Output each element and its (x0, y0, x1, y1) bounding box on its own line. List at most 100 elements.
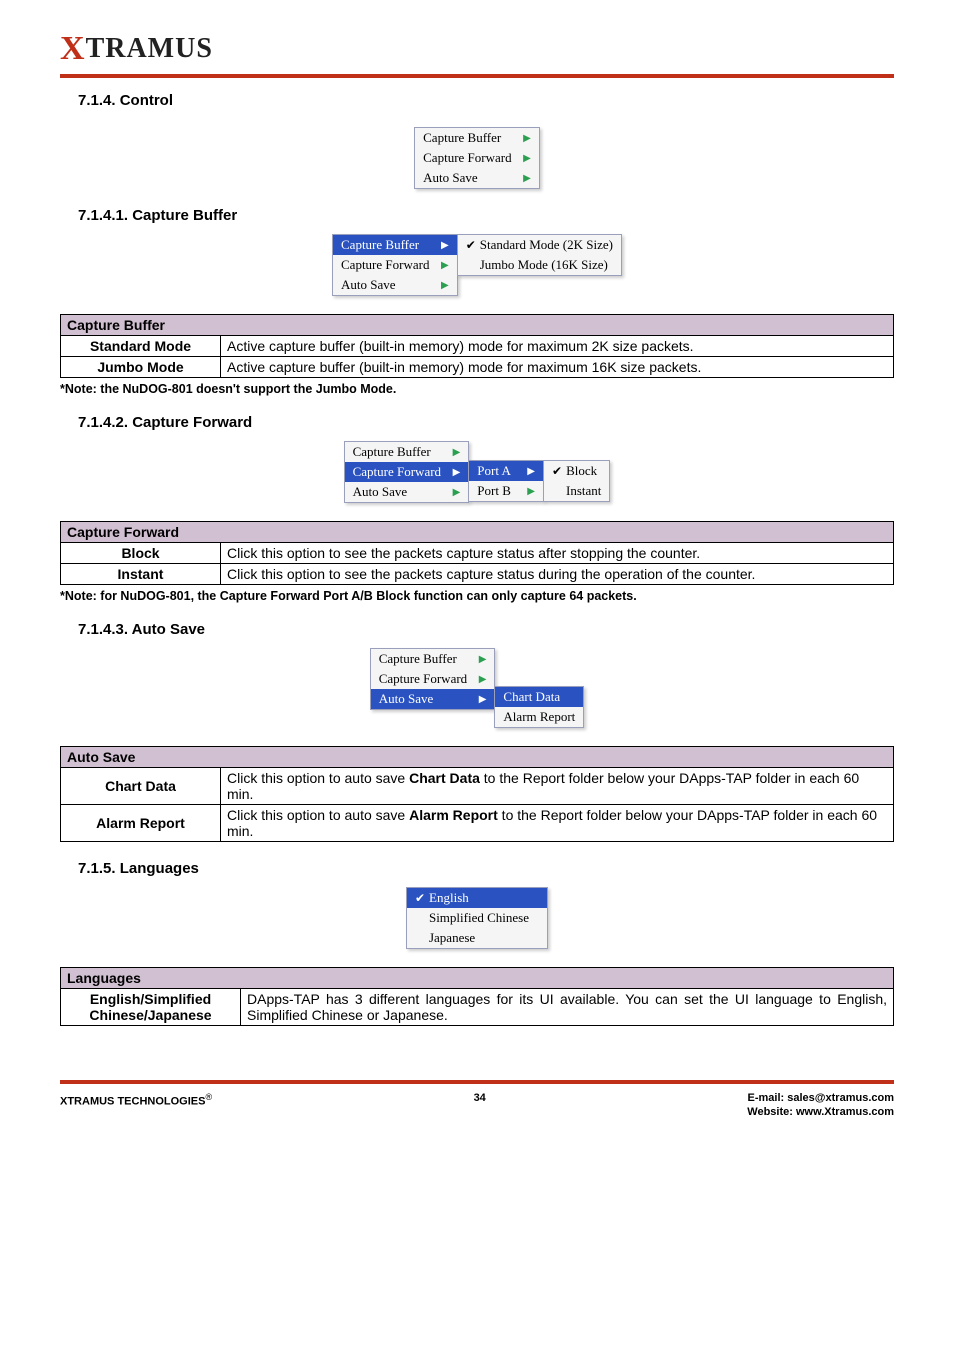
figure-languages-menu: ✔ English Simplified Chinese Japanese (60, 887, 894, 949)
menu-capture-forward-main: Capture Buffer▶ Capture Forward▶ Auto Sa… (344, 441, 470, 503)
figure-control-menu: Capture Buffer▶ Capture Forward▶ Auto Sa… (60, 127, 894, 189)
menu-item-simplified-chinese[interactable]: Simplified Chinese (407, 908, 547, 928)
row-desc: DApps-TAP has 3 different languages for … (241, 989, 894, 1026)
menu-control: Capture Buffer▶ Capture Forward▶ Auto Sa… (414, 127, 540, 189)
menu-item-label: Capture Forward (423, 150, 519, 166)
menu-item-label: Capture Buffer (353, 444, 449, 460)
menu-item-capture-forward-active[interactable]: Capture Forward ▶ (345, 462, 469, 482)
menu-item-capture-buffer[interactable]: Capture Buffer▶ (345, 442, 469, 462)
check-icon: ✔ (415, 891, 425, 906)
menu-item-label: Port B (477, 483, 523, 499)
menu-item-label: Port A (477, 463, 523, 479)
row-desc: Click this option to auto save Alarm Rep… (221, 805, 894, 842)
chevron-right-icon: ▶ (441, 260, 449, 271)
menu-item-label: Simplified Chinese (429, 910, 529, 926)
menu-item-standard-mode[interactable]: ✔ Standard Mode (2K Size) (458, 235, 621, 255)
menu-item-instant[interactable]: Instant (544, 481, 609, 501)
menu-capture-forward-mode: ✔Block Instant (543, 460, 610, 502)
menu-item-label: Capture Forward (353, 464, 449, 480)
chevron-right-icon: ▶ (441, 280, 449, 291)
brand-logo-rest: TRAMUS (86, 33, 213, 64)
chevron-right-icon: ▶ (523, 173, 531, 184)
row-desc: Click this option to auto save Chart Dat… (221, 768, 894, 805)
chevron-right-icon: ▶ (527, 466, 535, 477)
row-label: Chart Data (61, 768, 221, 805)
menu-item-alarm-report[interactable]: Alarm Report (495, 707, 583, 727)
menu-item-capture-forward[interactable]: Capture Forward▶ (333, 255, 457, 275)
menu-item-auto-save[interactable]: Auto Save▶ (333, 275, 457, 295)
row-label: Jumbo Mode (61, 357, 221, 378)
table-row: Alarm Report Click this option to auto s… (61, 805, 894, 842)
menu-item-jumbo-mode[interactable]: Jumbo Mode (16K Size) (458, 255, 621, 275)
menu-capture-buffer-sub: ✔ Standard Mode (2K Size) Jumbo Mode (16K… (457, 234, 622, 276)
figure-auto-save-menu: Capture Buffer ▶ Capture Forward ▶ Auto Sa… (60, 648, 894, 728)
chevron-right-icon: ▶ (523, 133, 531, 144)
menu-item-auto-save[interactable]: Auto Save▶ (345, 482, 469, 502)
menu-item-label: Capture Buffer (379, 651, 475, 667)
footer-divider (60, 1080, 894, 1084)
menu-item-label: Block (566, 463, 597, 479)
menu-item-capture-buffer[interactable]: Capture Buffer ▶ (371, 649, 495, 669)
menu-item-capture-forward[interactable]: Capture Forward▶ (415, 148, 539, 168)
row-desc: Click this option to see the packets cap… (221, 543, 894, 564)
menu-capture-buffer-main: Capture Buffer▶ Capture Forward▶ Auto Sa… (332, 234, 458, 296)
chevron-right-icon: ▶ (479, 694, 487, 705)
menu-item-label: Standard Mode (2K Size) (480, 237, 613, 253)
menu-item-capture-buffer-active[interactable]: Capture Buffer▶ (333, 235, 457, 255)
table-row: Chart Data Click this option to auto sav… (61, 768, 894, 805)
table-header: Auto Save (61, 747, 894, 768)
menu-item-auto-save-active[interactable]: Auto Save ▶ (371, 689, 495, 709)
table-row: Instant Click this option to see the pac… (61, 564, 894, 585)
table-row: Block Click this option to see the packe… (61, 543, 894, 564)
menu-item-block[interactable]: ✔Block (544, 461, 609, 481)
chevron-right-icon: ▶ (479, 654, 487, 665)
menu-item-label: English (429, 890, 539, 906)
brand-header: XTRAMUS (60, 30, 894, 78)
table-row: Standard Mode Active capture buffer (bui… (61, 336, 894, 357)
table-header: Capture Forward (61, 522, 894, 543)
heading-control: 7.1.4. Control (78, 92, 894, 109)
chevron-right-icon: ▶ (479, 674, 487, 685)
menu-item-capture-buffer[interactable]: Capture Buffer ▶ (415, 128, 539, 148)
figure-capture-buffer-menu: Capture Buffer▶ Capture Forward▶ Auto Sa… (60, 234, 894, 296)
row-desc: Active capture buffer (built-in memory) … (221, 357, 894, 378)
menu-item-japanese[interactable]: Japanese (407, 928, 547, 948)
row-label: Block (61, 543, 221, 564)
table-capture-buffer: Capture Buffer Standard Mode Active capt… (60, 314, 894, 378)
table-auto-save: Auto Save Chart Data Click this option t… (60, 746, 894, 842)
page-number: 34 (212, 1092, 747, 1104)
menu-item-label: Capture Buffer (341, 237, 437, 253)
row-label: English/Simplified Chinese/Japanese (61, 989, 241, 1026)
table-header: Languages (61, 968, 894, 989)
chevron-right-icon: ▶ (453, 487, 461, 498)
menu-item-label: Auto Save (423, 170, 519, 186)
check-icon: ✔ (466, 238, 476, 253)
menu-item-english-active[interactable]: ✔ English (407, 888, 547, 908)
page-footer: XTRAMUS TECHNOLOGIES® 34 E-mail: sales@x… (0, 1092, 954, 1144)
row-desc: Active capture buffer (built-in memory) … (221, 336, 894, 357)
table-row: Jumbo Mode Active capture buffer (built-… (61, 357, 894, 378)
note-capture-buffer: *Note: the NuDOG-801 doesn't support the… (60, 382, 894, 396)
menu-item-chart-data[interactable]: Chart Data (495, 687, 583, 707)
menu-auto-save-sub: Chart Data Alarm Report (494, 686, 584, 728)
menu-item-label: Auto Save (379, 691, 475, 707)
table-languages: Languages English/Simplified Chinese/Jap… (60, 967, 894, 1026)
menu-item-port-a-active[interactable]: Port A ▶ (469, 461, 543, 481)
menu-item-label: Instant (566, 483, 601, 499)
menu-item-label: Alarm Report (503, 709, 575, 725)
brand-logo-x: X (60, 30, 86, 67)
chevron-right-icon: ▶ (527, 486, 535, 497)
registered-icon: ® (205, 1092, 212, 1102)
footer-company: XTRAMUS TECHNOLOGIES® (60, 1092, 212, 1108)
brand-logo: XTRAMUS (60, 33, 213, 64)
row-label: Standard Mode (61, 336, 221, 357)
menu-item-label: Capture Forward (379, 671, 475, 687)
menu-item-label: Capture Buffer (423, 130, 519, 146)
row-label: Alarm Report (61, 805, 221, 842)
chevron-right-icon: ▶ (453, 467, 461, 478)
menu-languages: ✔ English Simplified Chinese Japanese (406, 887, 548, 949)
menu-item-port-b[interactable]: Port B ▶ (469, 481, 543, 501)
menu-item-capture-forward[interactable]: Capture Forward ▶ (371, 669, 495, 689)
menu-item-auto-save[interactable]: Auto Save ▶ (415, 168, 539, 188)
heading-auto-save: 7.1.4.3. Auto Save (78, 621, 894, 638)
